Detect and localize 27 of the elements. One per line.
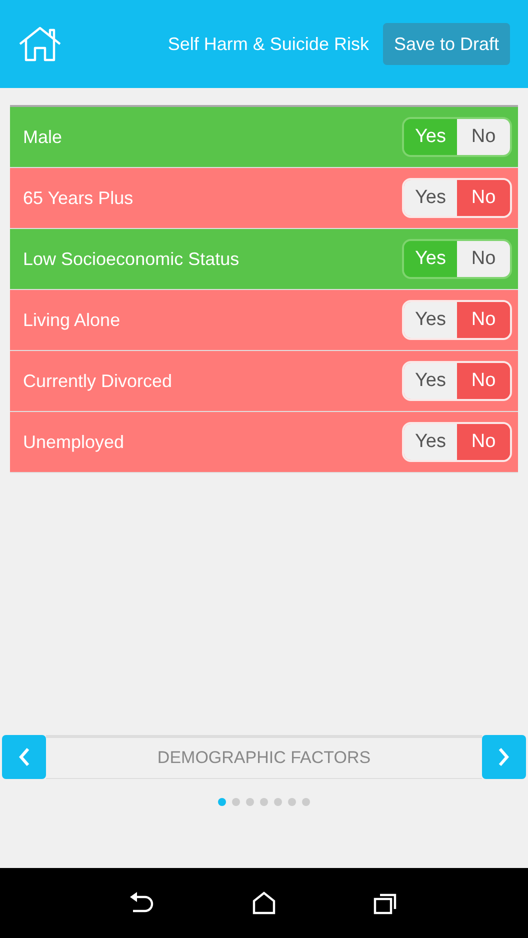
toggle-option[interactable]: Yes <box>404 302 457 338</box>
toggle-option[interactable]: Yes <box>404 241 457 277</box>
toggle-option[interactable]: No <box>457 241 510 277</box>
save-to-draft-button[interactable]: Save to Draft <box>382 23 510 65</box>
section-title: DEMOGRAPHIC FACTORS <box>157 747 371 770</box>
factor-label: Unemployed <box>23 430 124 454</box>
toggle-option[interactable]: No <box>457 180 510 216</box>
toggle-option[interactable]: No <box>457 119 510 155</box>
previous-button[interactable] <box>2 735 46 779</box>
next-button[interactable] <box>482 735 526 779</box>
screen-title: Self Harm & Suicide Risk <box>168 32 369 56</box>
factor-label: Living Alone <box>23 308 120 332</box>
chevron-right-icon <box>498 747 510 767</box>
factor-label: Currently Divorced <box>23 370 172 393</box>
factor-label: Low Socioeconomic Status <box>23 248 240 270</box>
toggle-option[interactable]: Yes <box>404 424 457 460</box>
toggle-option[interactable]: No <box>457 302 510 338</box>
back-icon[interactable] <box>128 891 155 915</box>
factor-label: 65 Years Plus <box>23 186 134 210</box>
toggle-option[interactable]: Yes <box>404 363 457 399</box>
chevron-left-icon <box>18 747 30 767</box>
toggle-option[interactable]: Yes <box>404 180 457 216</box>
toggle-option[interactable]: No <box>457 424 510 460</box>
toggle-option[interactable]: Yes <box>404 119 457 155</box>
home-icon[interactable] <box>252 891 276 915</box>
factor-label: Male <box>23 126 62 148</box>
toggle-option[interactable]: No <box>457 363 510 399</box>
